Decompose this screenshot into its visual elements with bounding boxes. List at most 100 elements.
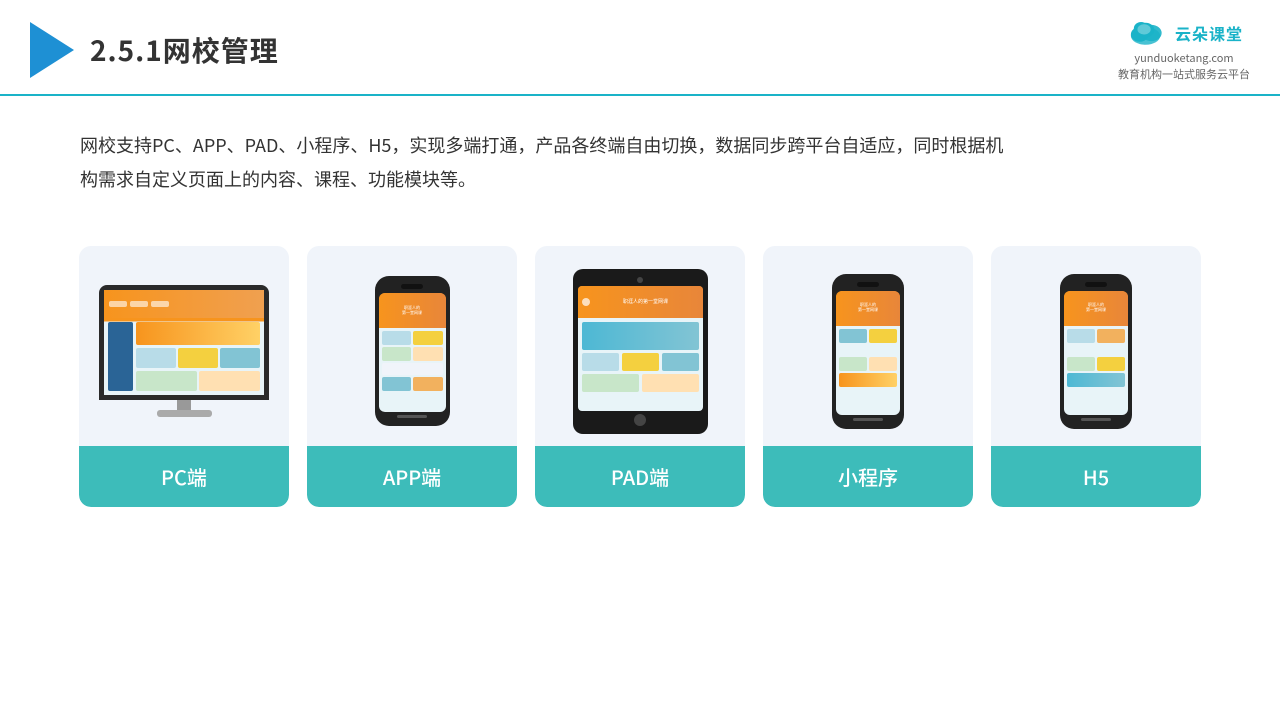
- tablet-top-text: 职涯人的第一堂网课: [593, 298, 699, 305]
- card-pc-label: PC端: [79, 446, 289, 507]
- header-left: 2.5.1网校管理: [30, 22, 279, 78]
- card-app-image: 职涯人的第一堂网课: [307, 246, 517, 446]
- cloud-icon: [1125, 18, 1169, 48]
- miniapp-bottom-bar: [853, 418, 883, 421]
- phone-row-1: [382, 331, 443, 345]
- header: 2.5.1网校管理 云朵课堂 yunduoketang.com 教育机构一站式服…: [0, 0, 1280, 96]
- miniapp-bottom-banner: [839, 373, 897, 387]
- card-pad-label: PAD端: [535, 446, 745, 507]
- card-app-label: APP端: [307, 446, 517, 507]
- card-pad: 职涯人的第一堂网课: [535, 246, 745, 507]
- h5-card-2: [1097, 329, 1125, 343]
- app-phone-illustration: 职涯人的第一堂网课: [375, 276, 450, 426]
- miniapp-screen-top: 职涯人的第一堂网课: [836, 291, 900, 326]
- tablet-card-4: [582, 374, 639, 392]
- h5-row-1: [1067, 329, 1125, 343]
- miniapp-phone-notch: [857, 282, 879, 287]
- tablet-nav-dot-1: [582, 298, 590, 306]
- tablet-card-1: [582, 353, 619, 371]
- cards-container: PC端 职涯人的第一堂网课: [0, 216, 1280, 537]
- mini-card-3: [220, 348, 260, 368]
- tablet-card-5: [642, 374, 699, 392]
- screen-cards-row: [136, 348, 260, 368]
- h5-card-4: [1097, 357, 1125, 371]
- phone-row-3: [382, 377, 443, 391]
- miniapp-phone-illustration: 职涯人的第一堂网课: [832, 274, 904, 429]
- h5-screen-body: [1064, 326, 1128, 390]
- tablet-camera: [637, 277, 643, 283]
- phone-notch: [401, 284, 423, 289]
- miniapp-screen-body: [836, 326, 900, 390]
- page-title: 2.5.1网校管理: [90, 30, 279, 70]
- h5-row-2: [1067, 357, 1125, 371]
- screen-cards-row-2: [136, 371, 260, 391]
- card-miniapp-label: 小程序: [763, 446, 973, 507]
- tablet-banner: [582, 322, 699, 350]
- h5-phone-illustration: 职涯人的第一堂网课: [1060, 274, 1132, 429]
- tablet-screen-body: [578, 318, 703, 396]
- brand-logo: 云朵课堂 yunduoketang.com 教育机构一站式服务云平台: [1118, 18, 1250, 82]
- tablet-card-2: [622, 353, 659, 371]
- h5-card-1: [1067, 329, 1095, 343]
- phone-bottom-bar: [397, 415, 427, 418]
- phone-screen-top: 职涯人的第一堂网课: [379, 293, 446, 328]
- h5-mid-banner: [1067, 345, 1125, 355]
- miniapp-mid-banner: [839, 345, 897, 355]
- brand-service: 教育机构一站式服务云平台: [1118, 66, 1250, 82]
- phone-top-text: 职涯人的第一堂网课: [402, 306, 422, 316]
- miniapp-card-2: [869, 329, 897, 343]
- phone-card-1: [382, 331, 412, 345]
- card-pc: PC端: [79, 246, 289, 507]
- screen-header-bar: [104, 290, 264, 318]
- h5-top-text: 职涯人的第一堂网课: [1086, 303, 1106, 313]
- h5-phone-screen: 职涯人的第一堂网课: [1064, 291, 1128, 415]
- description-paragraph: 网校支持PC、APP、PAD、小程序、H5，实现多端打通，产品各终端自由切换，数…: [80, 128, 1020, 196]
- card-pc-image: [79, 246, 289, 446]
- mini-card-2: [178, 348, 218, 368]
- logo-triangle-icon: [30, 22, 74, 78]
- screen-main: [136, 322, 260, 391]
- miniapp-card-1: [839, 329, 867, 343]
- tablet-screen: 职涯人的第一堂网课: [578, 286, 703, 411]
- description-text: 网校支持PC、APP、PAD、小程序、H5，实现多端打通，产品各终端自由切换，数…: [0, 96, 1100, 206]
- h5-card-3: [1067, 357, 1095, 371]
- tablet-screen-top: 职涯人的第一堂网课: [578, 286, 703, 318]
- tablet-row-2: [582, 374, 699, 392]
- brand-domain: yunduoketang.com: [1134, 50, 1233, 66]
- tablet-home-button: [634, 414, 646, 426]
- card-pad-image: 职涯人的第一堂网课: [535, 246, 745, 446]
- mini-card-1: [136, 348, 176, 368]
- miniapp-card-3: [839, 357, 867, 371]
- h5-bottom-banner: [1067, 373, 1125, 387]
- brand-tagline: yunduoketang.com 教育机构一站式服务云平台: [1118, 50, 1250, 82]
- miniapp-row-1: [839, 329, 897, 343]
- monitor-frame: [99, 285, 269, 400]
- monitor-screen: [104, 290, 264, 395]
- screen-banner: [136, 322, 260, 345]
- card-h5-label: H5: [991, 446, 1201, 507]
- miniapp-card-4: [869, 357, 897, 371]
- monitor-neck: [177, 400, 191, 410]
- brand-name: 云朵课堂: [1175, 21, 1243, 45]
- card-h5: 职涯人的第一堂网课: [991, 246, 1201, 507]
- phone-card-2: [413, 331, 443, 345]
- h5-screen-top: 职涯人的第一堂网课: [1064, 291, 1128, 326]
- monitor-base: [157, 410, 212, 417]
- tablet-illustration: 职涯人的第一堂网课: [573, 269, 708, 434]
- tablet-card-3: [662, 353, 699, 371]
- miniapp-phone-screen: 职涯人的第一堂网课: [836, 291, 900, 415]
- nav-item-2: [130, 301, 148, 307]
- mini-card-5: [199, 371, 260, 391]
- nav-item-1: [109, 301, 127, 307]
- phone-row-2: [382, 347, 443, 361]
- card-miniapp: 职涯人的第一堂网课: [763, 246, 973, 507]
- phone-card-3: [382, 347, 412, 361]
- nav-item-3: [151, 301, 169, 307]
- card-miniapp-image: 职涯人的第一堂网课: [763, 246, 973, 446]
- miniapp-row-2: [839, 357, 897, 371]
- miniapp-top-text: 职涯人的第一堂网课: [858, 303, 878, 313]
- app-phone-screen: 职涯人的第一堂网课: [379, 293, 446, 412]
- pc-monitor-illustration: [99, 285, 269, 417]
- cloud-logo-container: 云朵课堂: [1125, 18, 1243, 48]
- mini-card-4: [136, 371, 197, 391]
